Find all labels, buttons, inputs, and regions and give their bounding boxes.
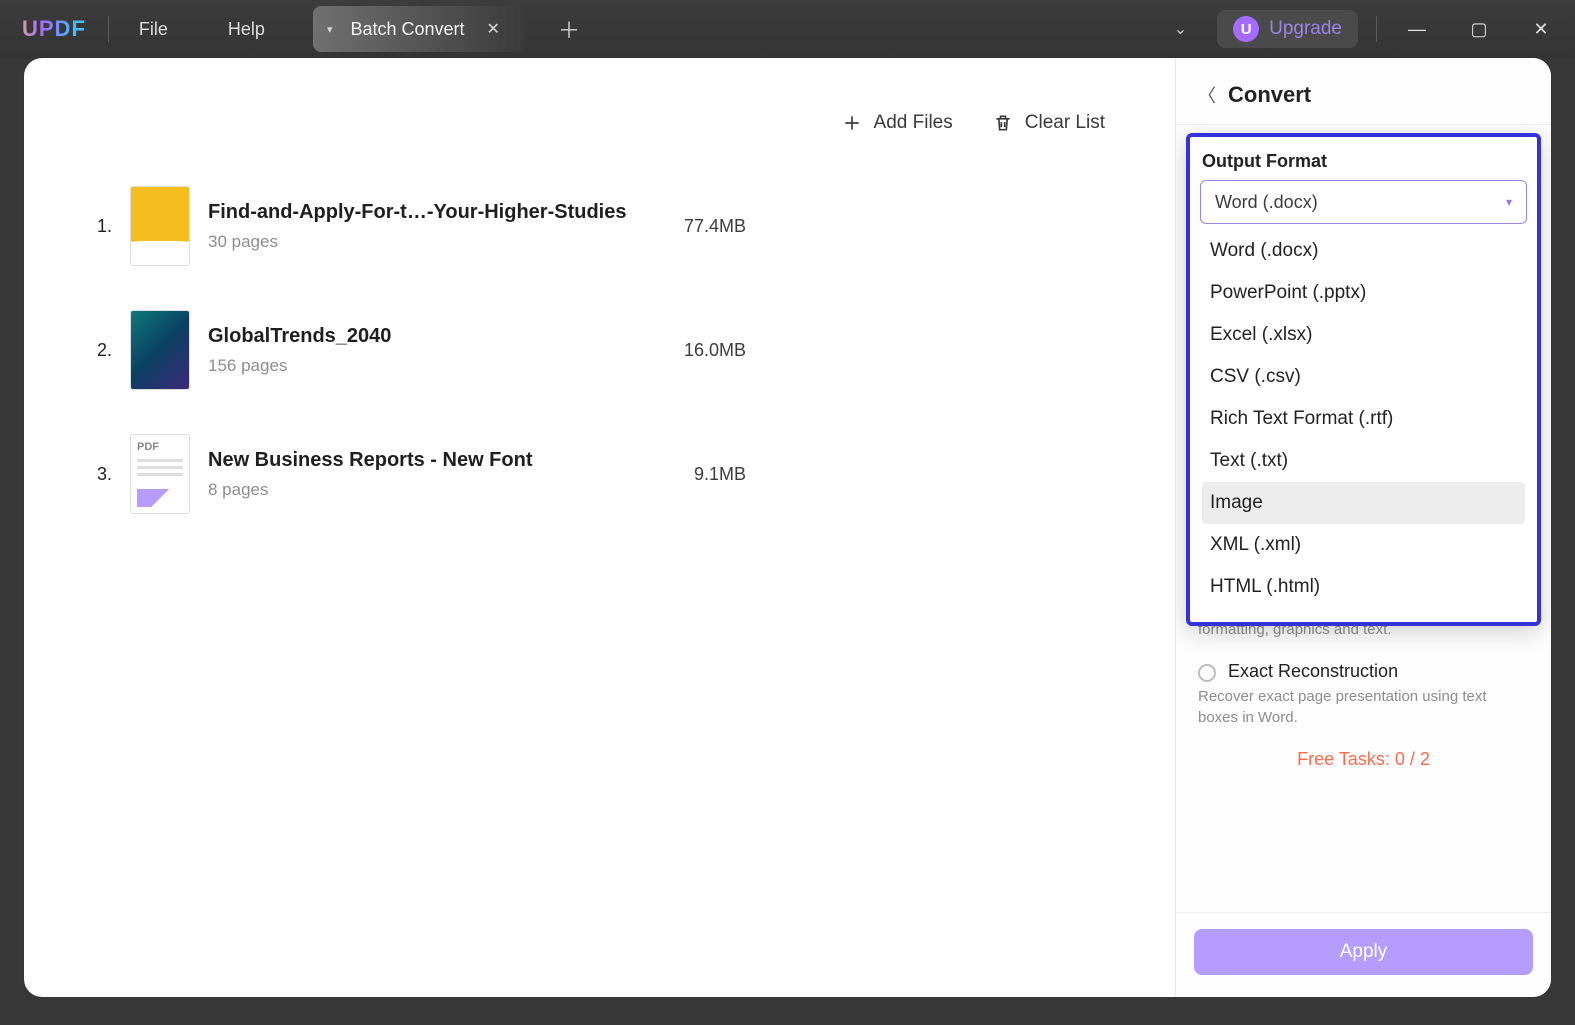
file-pages: 8 pages bbox=[208, 480, 638, 500]
upgrade-button[interactable]: U Upgrade bbox=[1217, 10, 1358, 48]
new-tab-button[interactable]: ＋ bbox=[548, 7, 590, 51]
format-option[interactable]: HTML (.html) bbox=[1202, 566, 1525, 608]
tab-close-icon[interactable]: ✕ bbox=[483, 15, 504, 43]
file-thumbnail: PDF bbox=[130, 434, 190, 514]
clear-list-button[interactable]: Clear List bbox=[993, 112, 1105, 134]
back-icon[interactable]: 〈 bbox=[1194, 80, 1220, 110]
upgrade-avatar-icon: U bbox=[1233, 16, 1259, 42]
tab-label: Batch Convert bbox=[350, 19, 464, 40]
file-meta: Find-and-Apply-For-t…-Your-Higher-Studie… bbox=[208, 201, 638, 252]
file-name: GlobalTrends_2040 bbox=[208, 325, 638, 348]
apply-button[interactable]: Apply bbox=[1194, 929, 1533, 975]
output-format-select[interactable]: Word (.docx) ▾ bbox=[1200, 180, 1527, 224]
exact-option-description: Recover exact page presentation using te… bbox=[1194, 684, 1533, 744]
file-thumbnail bbox=[130, 186, 190, 266]
file-pages: 30 pages bbox=[208, 232, 638, 252]
format-option[interactable]: PowerPoint (.pptx) bbox=[1202, 272, 1525, 314]
file-meta: New Business Reports - New Font 8 pages bbox=[208, 449, 638, 500]
divider bbox=[1376, 16, 1377, 42]
format-option[interactable]: Rich Text Format (.rtf) bbox=[1202, 398, 1525, 440]
output-format-label: Output Format bbox=[1190, 147, 1537, 180]
clear-list-label: Clear List bbox=[1025, 112, 1105, 134]
window-maximize-button[interactable]: ▢ bbox=[1457, 19, 1501, 40]
plus-icon bbox=[842, 113, 862, 133]
upgrade-label: Upgrade bbox=[1269, 18, 1342, 40]
apply-bar: Apply bbox=[1176, 912, 1551, 997]
file-row[interactable]: 1. Find-and-Apply-For-t…-Your-Higher-Stud… bbox=[80, 164, 1119, 288]
output-format-panel: Output Format Word (.docx) ▾ Word (.docx… bbox=[1186, 133, 1541, 626]
sidebar-header: 〈 Convert bbox=[1176, 58, 1551, 125]
file-list: 1. Find-and-Apply-For-t…-Your-Higher-Stud… bbox=[60, 152, 1139, 536]
file-list-card: Add Files Clear List 1. Find-and-Apply-Fo… bbox=[60, 88, 1139, 566]
file-name: New Business Reports - New Font bbox=[208, 449, 638, 472]
file-pages: 156 pages bbox=[208, 356, 638, 376]
row-index: 2. bbox=[86, 340, 112, 361]
chevron-down-icon: ▾ bbox=[1506, 195, 1512, 209]
option-label: Exact Reconstruction bbox=[1228, 661, 1398, 682]
output-format-selected: Word (.docx) bbox=[1215, 192, 1318, 213]
tab-batch-convert[interactable]: ▾ Batch Convert ✕ bbox=[313, 6, 526, 52]
row-index: 1. bbox=[86, 216, 112, 237]
sidebar-body: Detect layout and columns but only recov… bbox=[1176, 125, 1551, 912]
file-row[interactable]: 3. PDF New Business Reports - New Font 8 pa… bbox=[80, 412, 1119, 536]
titlebar: UPDF File Help ▾ Batch Convert ✕ ＋ ⌄ U U… bbox=[0, 0, 1575, 58]
add-files-button[interactable]: Add Files bbox=[842, 112, 953, 134]
format-option[interactable]: CSV (.csv) bbox=[1202, 356, 1525, 398]
free-tasks-counter: Free Tasks: 0 / 2 bbox=[1194, 743, 1533, 788]
format-option[interactable]: Word (.docx) bbox=[1202, 230, 1525, 272]
sidebar-title: Convert bbox=[1228, 82, 1311, 108]
format-option[interactable]: Text (.txt) bbox=[1202, 440, 1525, 482]
add-files-label: Add Files bbox=[874, 112, 953, 134]
window-minimize-button[interactable]: — bbox=[1395, 19, 1439, 40]
format-option[interactable]: XML (.xml) bbox=[1202, 524, 1525, 566]
file-actions: Add Files Clear List bbox=[60, 88, 1139, 152]
file-size: 77.4MB bbox=[656, 216, 746, 237]
convert-sidebar: 〈 Convert Detect layout and columns but … bbox=[1175, 58, 1551, 997]
option-exact-reconstruction[interactable]: Exact Reconstruction bbox=[1194, 655, 1533, 684]
tab-menu-icon[interactable]: ▾ bbox=[327, 23, 333, 36]
file-size: 16.0MB bbox=[656, 340, 746, 361]
window-menu-chevron-icon[interactable]: ⌄ bbox=[1162, 13, 1199, 45]
format-option[interactable]: Excel (.xlsx) bbox=[1202, 314, 1525, 356]
workspace: Add Files Clear List 1. Find-and-Apply-Fo… bbox=[24, 58, 1551, 997]
file-name: Find-and-Apply-For-t…-Your-Higher-Studie… bbox=[208, 201, 638, 224]
main-panel: Add Files Clear List 1. Find-and-Apply-Fo… bbox=[24, 58, 1175, 997]
trash-icon bbox=[993, 113, 1013, 133]
row-index: 3. bbox=[86, 464, 112, 485]
menu-file[interactable]: File bbox=[109, 19, 198, 40]
radio-icon[interactable] bbox=[1198, 664, 1216, 682]
menu-help[interactable]: Help bbox=[198, 19, 295, 40]
format-option[interactable]: Image bbox=[1202, 482, 1525, 524]
output-format-options: Word (.docx)PowerPoint (.pptx)Excel (.xl… bbox=[1190, 224, 1537, 612]
file-meta: GlobalTrends_2040 156 pages bbox=[208, 325, 638, 376]
file-thumbnail bbox=[130, 310, 190, 390]
file-size: 9.1MB bbox=[656, 464, 746, 485]
file-row[interactable]: 2. GlobalTrends_2040 156 pages 16.0MB bbox=[80, 288, 1119, 412]
app-logo: UPDF bbox=[0, 16, 108, 42]
window-close-button[interactable]: ✕ bbox=[1519, 19, 1563, 40]
